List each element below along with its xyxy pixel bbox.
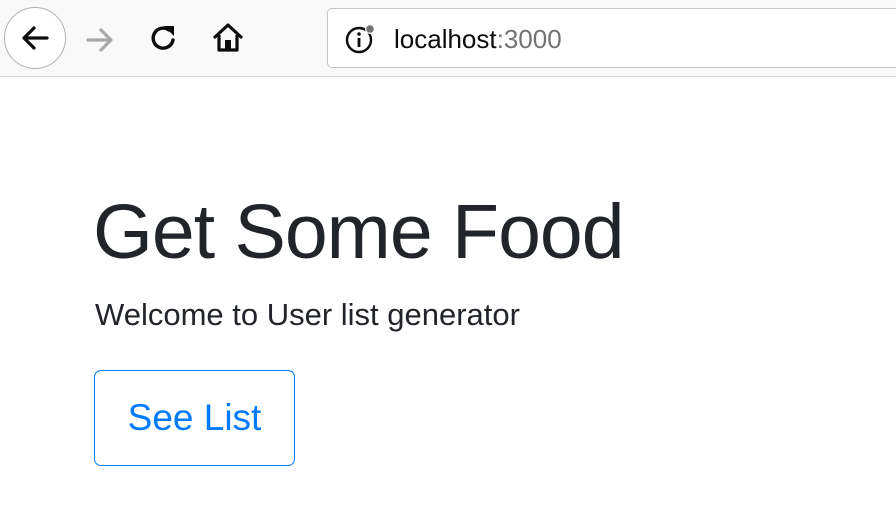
lead-text: Welcome to User list generator — [95, 297, 520, 332]
site-info-icon[interactable] — [344, 23, 376, 55]
see-list-button[interactable]: See List — [94, 370, 295, 466]
home-icon — [213, 23, 243, 52]
forward-button[interactable] — [80, 20, 120, 60]
forward-arrow-icon — [86, 28, 113, 52]
url-port: :3000 — [496, 24, 562, 54]
url-text[interactable]: localhost:3000 — [394, 23, 562, 55]
back-arrow-icon — [22, 26, 49, 50]
reload-button[interactable] — [144, 18, 184, 58]
reload-icon — [151, 26, 175, 50]
browser-toolbar: localhost:3000 — [0, 0, 896, 77]
home-button[interactable] — [208, 18, 248, 58]
back-button[interactable] — [4, 7, 66, 69]
address-bar[interactable]: localhost:3000 — [327, 8, 896, 68]
url-host: localhost — [394, 24, 497, 54]
page-title: Get Some Food — [93, 189, 625, 275]
